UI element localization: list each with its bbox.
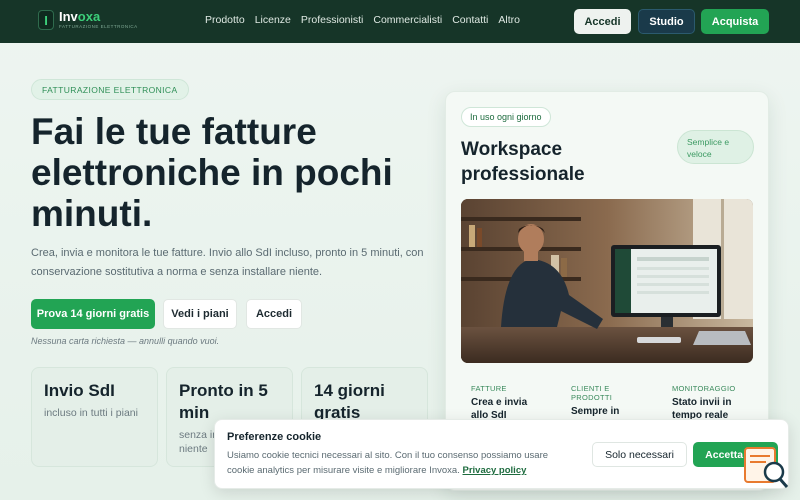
feature-monitoring: MONITORAGGIO Stato invii in tempo reale xyxy=(672,384,762,422)
hero-title: Fai le tue fatture elettroniche in pochi… xyxy=(31,111,393,234)
nav-prodotto[interactable]: Prodotto xyxy=(205,14,245,26)
logo-mark-icon: I xyxy=(38,10,54,30)
nav-commercialisti[interactable]: Commercialisti xyxy=(373,14,442,26)
main-menu: Prodotto Licenze Professionisti Commerci… xyxy=(205,14,520,26)
simple-fast-pill: Semplice e veloce xyxy=(677,130,754,164)
necessary-only-button[interactable]: Solo necessari xyxy=(592,442,687,467)
cookie-banner: Preferenze cookie Usiamo cookie tecnici … xyxy=(214,419,789,489)
nav-licenze[interactable]: Licenze xyxy=(255,14,291,26)
feature-key: CLIENTI E PRODOTTI xyxy=(571,384,613,402)
hero-login-button[interactable]: Accedi xyxy=(246,299,302,329)
login-button[interactable]: Accedi xyxy=(574,9,631,34)
stat-text: incluso in tutti i piani xyxy=(44,407,138,419)
magnifier-document-icon[interactable] xyxy=(743,445,791,490)
feature-key: MONITORAGGIO xyxy=(672,384,736,393)
stat-title: 14 giorni gratis xyxy=(314,381,385,422)
studio-button[interactable]: Studio xyxy=(638,9,695,34)
no-card-note: Nessuna carta richiesta — annulli quando… xyxy=(31,336,220,346)
daily-use-chip: In uso ogni giorno xyxy=(461,107,551,127)
brand-logo[interactable]: I Invoxa FATTURAZIONE ELETTRONICA xyxy=(38,10,138,30)
nav-contatti[interactable]: Contatti xyxy=(452,14,488,26)
office-worker-illustration xyxy=(461,199,753,363)
nav-altro[interactable]: Altro xyxy=(498,14,520,26)
workspace-photo xyxy=(461,199,753,363)
hero-subtitle: Crea, invia e monitora le tue fatture. I… xyxy=(31,247,424,278)
feature-invoices: FATTURE Crea e invia allo SdI xyxy=(471,384,561,422)
top-navbar: I Invoxa FATTURAZIONE ELETTRONICA Prodot… xyxy=(0,0,800,43)
stat-card-sdi: Invio SdI incluso in tutti i piani xyxy=(31,367,158,467)
privacy-policy-link[interactable]: Privacy policy xyxy=(462,465,526,476)
stat-title: Pronto in 5 min xyxy=(179,381,268,422)
buy-button[interactable]: Acquista xyxy=(701,9,769,34)
cookie-text: Usiamo cookie tecnici necessari al sito.… xyxy=(227,450,549,476)
nav-professionisti[interactable]: Professionisti xyxy=(301,14,363,26)
cookie-title: Preferenze cookie xyxy=(227,431,322,443)
brand-name: Invoxa xyxy=(59,9,101,24)
hero-badge: FATTURAZIONE ELETTRONICA xyxy=(31,79,189,100)
card-title: Workspace professionale xyxy=(461,139,585,185)
brand-tagline: FATTURAZIONE ELETTRONICA xyxy=(59,24,138,29)
feature-key: FATTURE xyxy=(471,384,507,393)
view-plans-button[interactable]: Vedi i piani xyxy=(163,299,237,329)
stat-title: Invio SdI xyxy=(44,381,115,400)
free-trial-button[interactable]: Prova 14 giorni gratis xyxy=(31,299,155,329)
